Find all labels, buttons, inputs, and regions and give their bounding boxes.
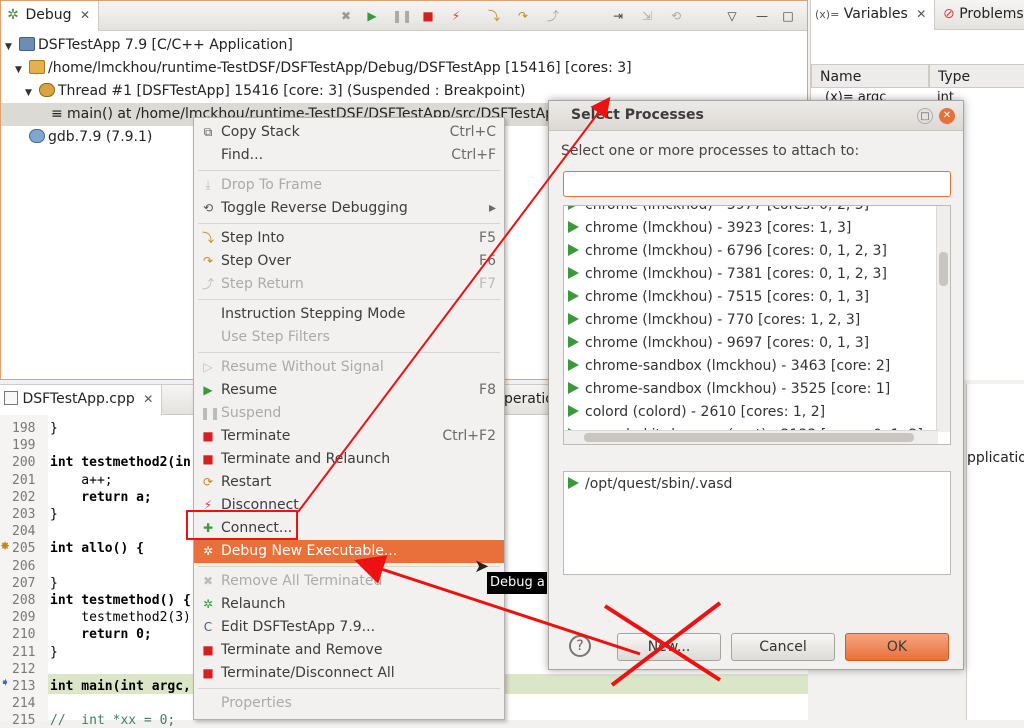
annotation-arrow-connect (297, 96, 611, 513)
annotation-arrow-new (354, 555, 641, 656)
annotation-overlay (297, 96, 722, 687)
cross-out-line-2 (610, 601, 722, 687)
